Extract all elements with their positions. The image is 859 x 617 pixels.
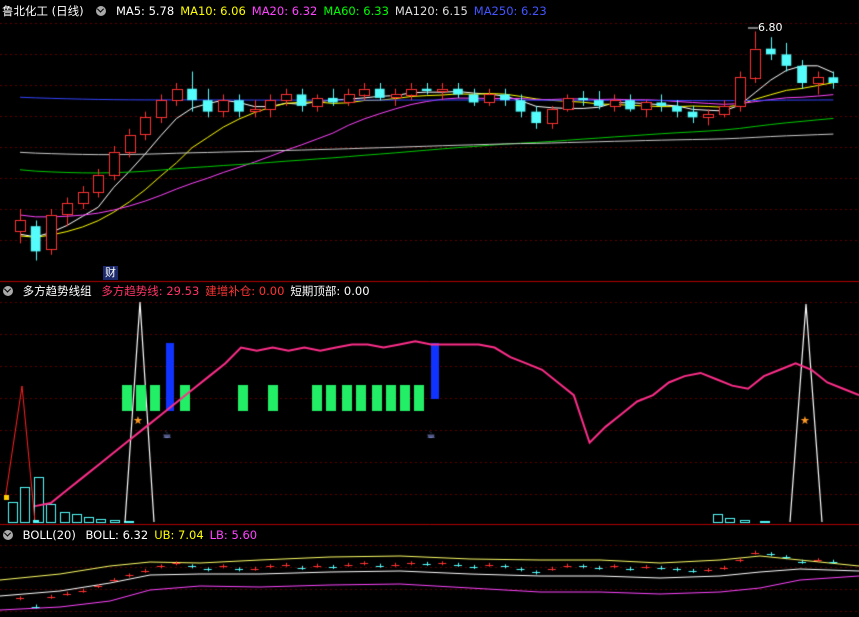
ma-legend-item-1: MA10: 6.06 — [180, 4, 246, 18]
indicator-legend-item-1: 建增补仓: 0.00 — [205, 284, 285, 298]
indicator-legend-item-2: 短期顶部: 0.00 — [290, 284, 370, 298]
stock-title[interactable]: 鲁北化工 (日线) — [2, 4, 84, 18]
ma-legend-item-5: MA250: 6.23 — [473, 4, 547, 18]
price-panel-header: 鲁北化工 (日线) MA5: 5.78 MA10: 6.06 MA20: 6.32 M… — [0, 3, 559, 19]
stock-chart-canvas[interactable] — [0, 0, 859, 617]
indicator-panel-header: 多方趋势线组 多方趋势线: 29.53 建增补仓: 0.00 短期顶部: 0.00 — [0, 283, 382, 299]
finance-event-tag[interactable]: 财 — [103, 266, 118, 280]
ma-legend: MA5: 5.78 MA10: 6.06 MA20: 6.32 MA60: 6.33 M… — [116, 4, 553, 18]
ma-legend-item-4: MA120: 6.15 — [394, 4, 468, 18]
ma-legend-item-2: MA20: 6.32 — [251, 4, 318, 18]
indicator-title[interactable]: 多方趋势线组 — [23, 284, 92, 298]
boll-legend-item-1: UB: 7.04 — [154, 528, 204, 542]
indicator-legend: 多方趋势线: 29.53 建增补仓: 0.00 短期顶部: 0.00 — [101, 284, 375, 298]
boll-panel-header: BOLL(20) BOLL: 6.32 UB: 7.04 LB: 5.60 — [0, 527, 269, 543]
boll-legend-item-2: LB: 5.60 — [209, 528, 258, 542]
ma-legend-item-3: MA60: 6.33 — [323, 4, 389, 18]
boll-title[interactable]: BOLL(20) — [23, 528, 76, 542]
ma-legend-item-0: MA5: 5.78 — [115, 4, 175, 18]
chevron-down-icon[interactable] — [3, 286, 13, 296]
boll-legend-item-0: BOLL: 6.32 — [85, 528, 149, 542]
boll-legend: BOLL: 6.32 UB: 7.04 LB: 5.60 — [85, 528, 263, 542]
chevron-down-icon[interactable] — [3, 530, 13, 540]
peak-price-label: 6.80 — [758, 21, 783, 34]
indicator-legend-item-0: 多方趋势线: 29.53 — [101, 284, 200, 298]
chevron-down-icon[interactable] — [96, 6, 107, 16]
